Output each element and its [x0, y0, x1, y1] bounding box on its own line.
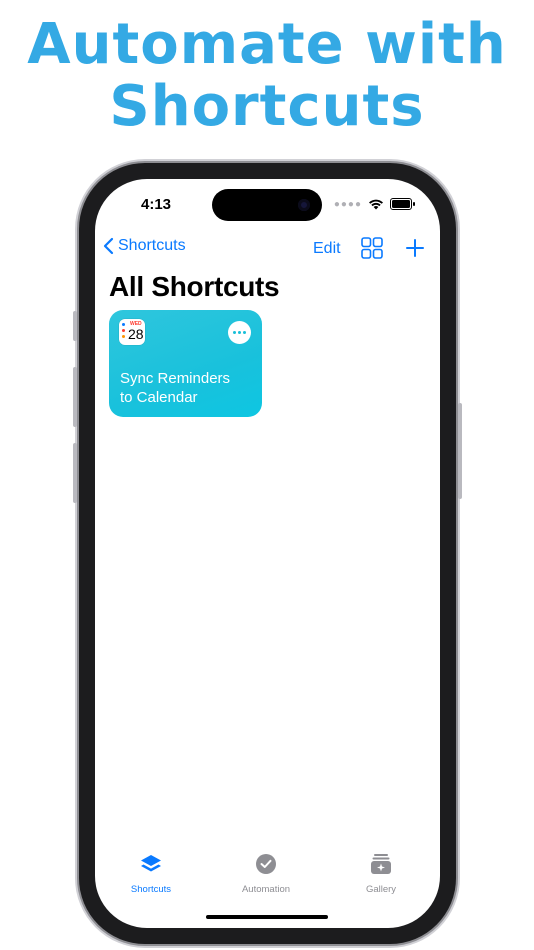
gallery-icon: [371, 854, 391, 874]
back-label: Shortcuts: [118, 237, 186, 254]
grid-view-button[interactable]: [361, 237, 383, 264]
tab-gallery-label: Gallery: [365, 884, 397, 895]
shortcut-title-line-1: Sync Reminders: [120, 370, 231, 387]
headline-line-1: Automate with: [27, 12, 507, 77]
home-indicator[interactable]: [206, 915, 328, 919]
tab-automation-label: Automation: [241, 884, 291, 895]
phone-screen: 4:13 ●●●● Shortcuts Edit All Shortcuts W…: [95, 179, 440, 928]
signal-icon: ●●●●: [333, 198, 362, 210]
chevron-left-icon: [103, 237, 114, 255]
edit-button[interactable]: Edit: [313, 240, 341, 258]
battery-icon: [390, 198, 415, 210]
status-icons: ●●●●: [333, 198, 415, 210]
volume-down-button: [73, 443, 77, 503]
tab-shortcuts-label: Shortcuts: [130, 884, 172, 895]
back-button[interactable]: Shortcuts: [103, 237, 186, 255]
shortcut-title: Sync Reminders to Calendar: [120, 369, 260, 407]
tab-gallery[interactable]: Gallery: [331, 852, 431, 895]
tab-bar: Shortcuts Automation Gallery: [95, 852, 440, 902]
dynamic-island: [212, 189, 322, 221]
reminder-dot-red: [122, 329, 125, 332]
reminder-dot-orange: [122, 335, 125, 338]
phone-frame: 4:13 ●●●● Shortcuts Edit All Shortcuts W…: [73, 163, 462, 944]
camera-icon: [298, 199, 310, 211]
shortcut-title-line-2: to Calendar: [120, 389, 198, 406]
promo-headline: Automate with Shortcuts: [0, 14, 534, 138]
tab-shortcuts[interactable]: Shortcuts: [101, 852, 201, 895]
grid-icon: [361, 237, 383, 259]
status-time: 4:13: [141, 196, 172, 213]
volume-up-button: [73, 367, 77, 427]
headline-line-2: Shortcuts: [109, 74, 425, 139]
action-button: [73, 311, 77, 341]
more-options-button[interactable]: [228, 321, 251, 344]
plus-icon: [406, 239, 424, 257]
reminder-dot-blue: [122, 323, 125, 326]
clock-check-icon: [256, 854, 276, 874]
wifi-icon: [369, 199, 383, 210]
tab-automation[interactable]: Automation: [216, 852, 316, 895]
navigation-bar: Shortcuts Edit: [95, 231, 440, 267]
shortcut-card[interactable]: WED 28 Sync Reminders to Calendar: [109, 310, 262, 417]
ellipsis-icon: [233, 331, 236, 334]
side-button: [458, 403, 462, 499]
add-shortcut-button[interactable]: [404, 237, 426, 264]
layers-icon: [141, 855, 161, 872]
calendar-day: 28: [128, 326, 144, 342]
page-title: All Shortcuts: [109, 271, 280, 302]
calendar-icon: WED 28: [119, 319, 145, 345]
